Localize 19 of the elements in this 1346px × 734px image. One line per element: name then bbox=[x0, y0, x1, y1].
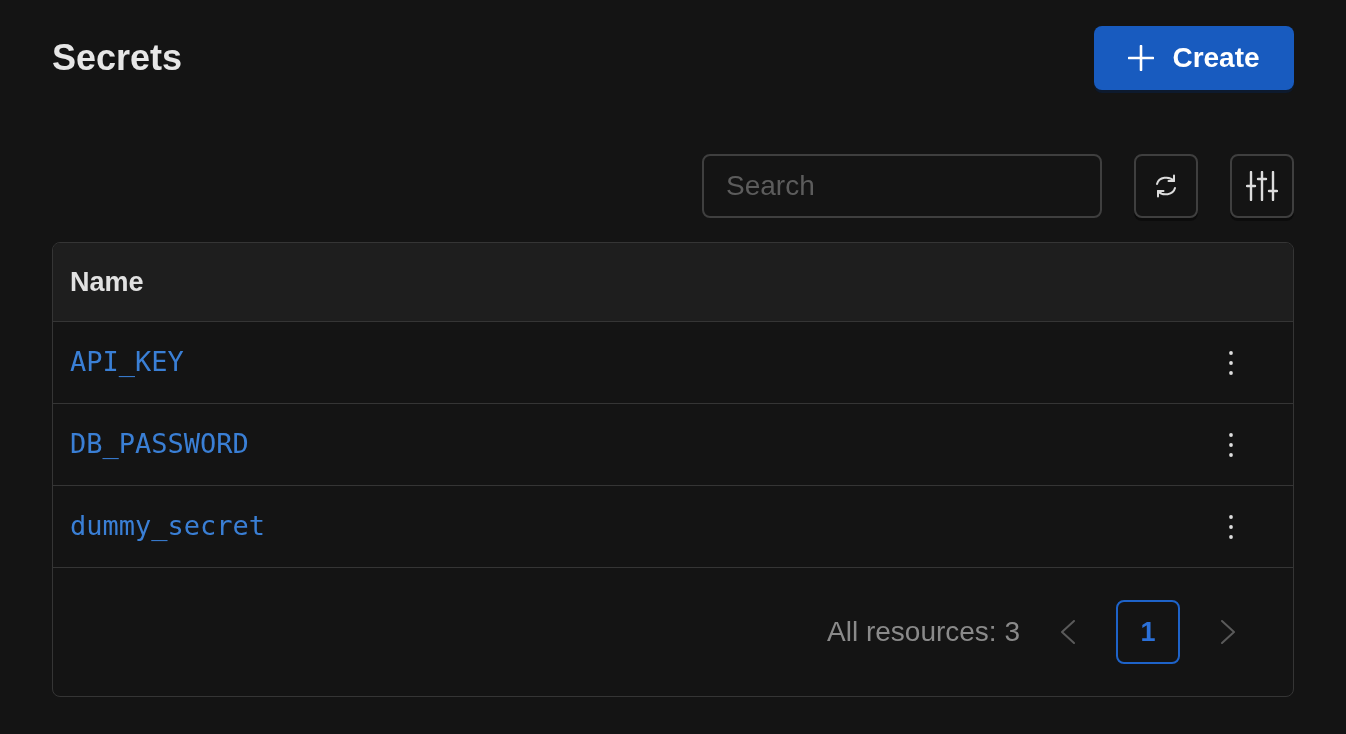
secret-name-link[interactable]: dummy_secret bbox=[70, 506, 266, 547]
secret-name-link[interactable]: DB_PASSWORD bbox=[70, 424, 249, 465]
vertical-dots-icon bbox=[1229, 432, 1233, 457]
total-count: All resources: 3 bbox=[827, 615, 1020, 649]
refresh-icon bbox=[1153, 174, 1179, 198]
plus-icon bbox=[1128, 45, 1155, 71]
vertical-dots-icon bbox=[1229, 514, 1233, 539]
chevron-right-icon bbox=[1221, 620, 1235, 644]
settings-button[interactable] bbox=[1230, 154, 1294, 218]
search-field[interactable]: Search bbox=[702, 154, 1102, 218]
page-title: Secrets bbox=[52, 40, 183, 76]
sliders-icon bbox=[1246, 171, 1278, 201]
vertical-dots-icon bbox=[1229, 350, 1233, 375]
secret-name-link[interactable]: API_KEY bbox=[70, 342, 184, 383]
refresh-button[interactable] bbox=[1134, 154, 1198, 218]
chevron-left-icon bbox=[1061, 620, 1075, 644]
create-button[interactable]: Create bbox=[1094, 26, 1294, 90]
column-header: Name bbox=[70, 265, 144, 299]
page-button[interactable]: 1 bbox=[1116, 600, 1180, 664]
